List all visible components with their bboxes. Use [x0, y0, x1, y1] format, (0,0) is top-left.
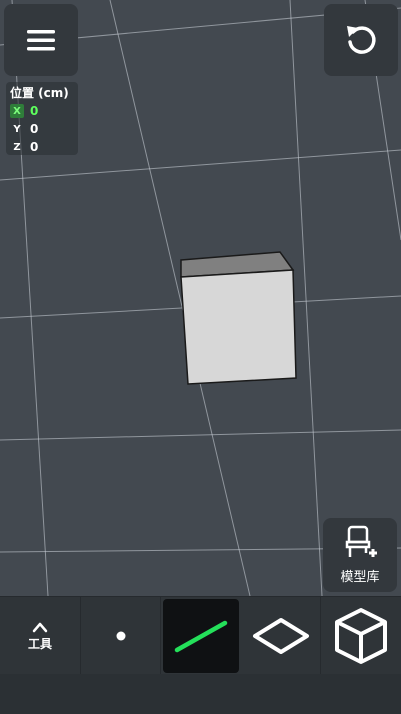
- model-library-button[interactable]: 模型库: [323, 518, 397, 592]
- coord-value-z: 0: [30, 140, 39, 154]
- position-panel: 位置 (cm) X 0 Y 0 Z 0: [6, 82, 78, 155]
- tools-button[interactable]: 工具: [0, 597, 81, 675]
- cube-icon: [335, 608, 387, 664]
- coord-value-y: 0: [30, 122, 39, 136]
- coord-row-x: X 0: [10, 103, 38, 119]
- axis-label-x: X: [10, 104, 24, 118]
- tool-box[interactable]: [321, 597, 401, 675]
- plane-icon: [252, 618, 309, 654]
- cube-object: [180, 251, 297, 385]
- hamburger-icon: [27, 30, 55, 51]
- system-navigation-bar: [0, 674, 401, 714]
- model-library-label: 模型库: [340, 570, 380, 585]
- coord-row-z: Z 0: [10, 139, 38, 155]
- undo-icon: [347, 26, 376, 54]
- coord-value-x: 0: [30, 104, 39, 118]
- tools-label: 工具: [27, 636, 52, 651]
- menu-button[interactable]: [4, 4, 78, 76]
- tool-line[interactable]: [163, 599, 239, 673]
- coord-row-y: Y 0: [10, 121, 38, 137]
- position-title: 位置 (cm): [10, 86, 69, 100]
- point-icon: [116, 631, 125, 641]
- undo-button[interactable]: [324, 4, 398, 76]
- chair-plus-icon: [345, 525, 377, 557]
- tool-plane[interactable]: [241, 597, 321, 675]
- bottom-toolbar: 工具: [0, 596, 401, 675]
- axis-label-y: Y: [13, 123, 21, 135]
- chevron-up-icon: [32, 622, 48, 632]
- axis-label-z: Z: [13, 141, 21, 153]
- line-icon: [174, 620, 228, 653]
- tool-point[interactable]: [81, 597, 161, 675]
